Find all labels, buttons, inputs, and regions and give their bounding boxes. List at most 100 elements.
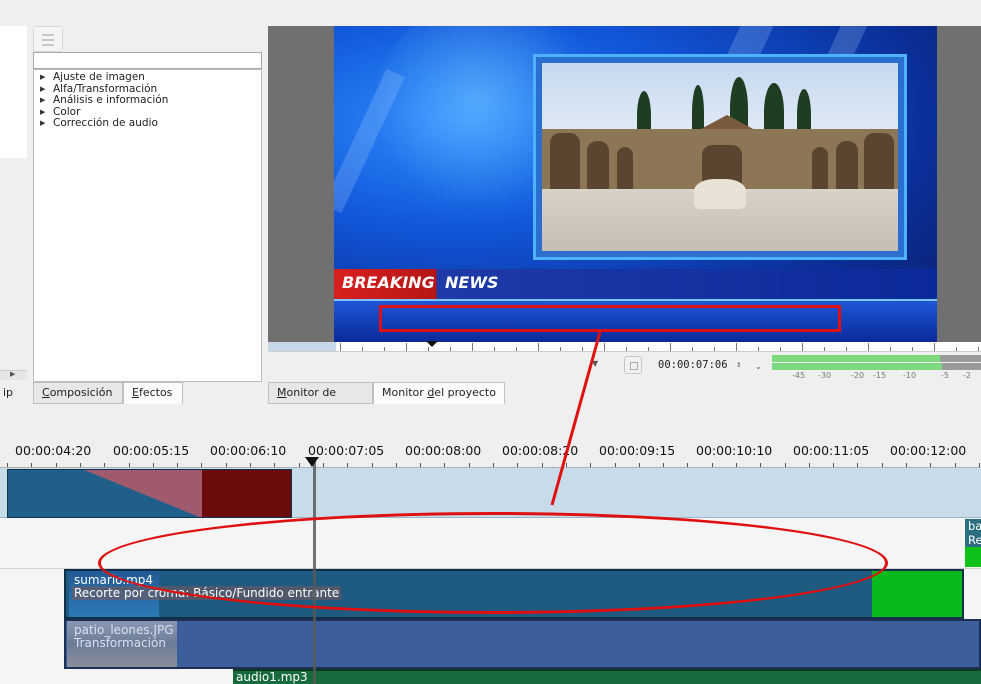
arch-shape [812, 147, 828, 189]
timeline-clip[interactable]: ba Re [965, 519, 981, 567]
ruler-time-label: 00:00:04:20 [15, 443, 92, 458]
arch-shape [587, 141, 609, 189]
ruler-tick [833, 463, 834, 467]
meter-scale-label: -2 [963, 371, 971, 380]
effect-category-label: Corrección de audio [53, 117, 158, 129]
ruler-tick [882, 463, 883, 467]
scroll-right-arrow-icon[interactable]: ▶ [10, 370, 15, 378]
monitor-ruler-tick [890, 347, 891, 351]
ruler-tick [663, 463, 664, 467]
timeline-clip[interactable] [7, 469, 292, 518]
playhead-handle[interactable] [305, 457, 319, 467]
monitor-ruler-zone [268, 342, 336, 351]
arch-shape [836, 141, 858, 189]
tab-label: fectos [138, 386, 173, 399]
fountain-shape [694, 179, 746, 209]
monitor-ruler-tick [846, 347, 847, 351]
tab-partial[interactable]: ip [0, 382, 30, 404]
dropdown-arrow-icon[interactable]: ⌄ [755, 362, 762, 371]
dropdown-arrow-icon[interactable]: ▼ [592, 359, 598, 368]
ruler-tick [517, 463, 518, 467]
timecode-field[interactable]: 00:00:07:06 ⇕ [650, 357, 765, 374]
monitor-ruler-tick [472, 343, 473, 351]
ruler-tick [420, 463, 421, 467]
ruler-time-label: 00:00:05:15 [113, 443, 190, 458]
monitor-ruler-tick [780, 347, 781, 351]
tab-label: Monitor [382, 386, 428, 399]
tab-accel-letter: M [277, 386, 287, 399]
ruler-tick [396, 463, 397, 467]
ruler-tick [177, 463, 178, 467]
monitor-ruler-tick [626, 347, 627, 351]
tab-efectos[interactable]: Efectos [123, 382, 183, 404]
effect-category-label: Análisis e información [53, 94, 169, 106]
spinner-arrows-icon[interactable]: ⇕ [736, 357, 741, 374]
tab-monitor-proyecto[interactable]: Monitor del proyecto [373, 382, 505, 404]
ruler-tick [906, 463, 907, 467]
expand-arrow-icon[interactable]: ▶ [40, 107, 45, 119]
ruler-tick [104, 463, 105, 467]
monitor-ruler-tick [582, 347, 583, 351]
ruler-tick [566, 463, 567, 467]
tab-accel-letter: E [132, 386, 139, 399]
ruler-time-label: 00:00:12:00 [890, 443, 967, 458]
ruler-tick [274, 463, 275, 467]
ruler-tick [31, 463, 32, 467]
audio-meter-channel [772, 363, 981, 370]
ruler-tick [372, 463, 373, 467]
monitor-ruler-tick [538, 343, 539, 351]
effect-category-item[interactable]: ▶ Corrección de audio [34, 117, 261, 130]
effect-category-label: Ajuste de imagen [53, 71, 145, 83]
tab-composicion[interactable]: Composición [33, 382, 123, 404]
ruler-tick [542, 463, 543, 467]
ruler-tick [760, 463, 761, 467]
monitor-ruler-tick [978, 347, 979, 351]
effects-menu-button[interactable] [33, 26, 63, 52]
expand-arrow-icon[interactable]: ▶ [40, 84, 45, 96]
monitor-ruler-tick [340, 343, 341, 351]
news-label: NEWS [445, 273, 499, 292]
monitor-ruler-tick [450, 347, 451, 351]
transition-fade [83, 470, 203, 517]
ruler-tick [493, 463, 494, 467]
ruler-tick [323, 463, 324, 467]
arch-shape [550, 133, 580, 189]
effects-search-input[interactable] [33, 52, 262, 69]
audio-meter-channel [772, 355, 981, 362]
monitor-ruler-tick [384, 347, 385, 351]
monitor-ruler-tick [560, 347, 561, 351]
monitor-ruler[interactable] [268, 342, 981, 352]
tab-monitor-clips[interactable]: Monitor de clips [268, 382, 373, 419]
ruler-time-label: 00:00:10:10 [696, 443, 773, 458]
clip-subtitle: Re [968, 533, 981, 547]
ruler-time-label: 00:00:06:10 [210, 443, 287, 458]
horizontal-scrollbar[interactable]: ▶ [0, 370, 27, 380]
tab-label: el proyecto [434, 386, 496, 399]
ruler-time-label: 00:00:08:20 [502, 443, 579, 458]
ruler-tick [857, 463, 858, 467]
effect-category-label: Color [53, 105, 81, 118]
monitor-ruler-tick [802, 343, 803, 351]
audio-meter-level [772, 355, 940, 362]
zone-button[interactable] [624, 356, 642, 374]
ruler-time-label: 00:00:09:15 [599, 443, 676, 458]
tab-label: omposición [49, 386, 113, 399]
timecode-value: 00:00:07:06 [658, 359, 728, 371]
ruler-tick [955, 463, 956, 467]
ruler-tick [153, 463, 154, 467]
expand-arrow-icon[interactable]: ▶ [40, 118, 45, 130]
ruler-tick [712, 463, 713, 467]
monitor-ruler-tick [494, 347, 495, 351]
meter-scale-label: -5 [941, 371, 949, 380]
hamburger-line [42, 39, 54, 41]
kdenlive-window: ▶ Ajuste de imagen ▶ Alfa/Transformación… [0, 0, 981, 684]
clip-patio-leones[interactable]: patio_leones.JPG Transformación [64, 619, 981, 669]
ruler-tick [469, 463, 470, 467]
expand-arrow-icon[interactable]: ▶ [40, 72, 45, 84]
transition-block[interactable] [872, 571, 962, 617]
expand-arrow-icon[interactable]: ▶ [40, 95, 45, 107]
audio-meter-level [772, 363, 942, 370]
clip-audio[interactable]: audio1.mp3 [233, 669, 981, 684]
timeline-ruler[interactable] [0, 458, 981, 468]
video-preview[interactable]: BREAKING NEWS [334, 26, 937, 342]
